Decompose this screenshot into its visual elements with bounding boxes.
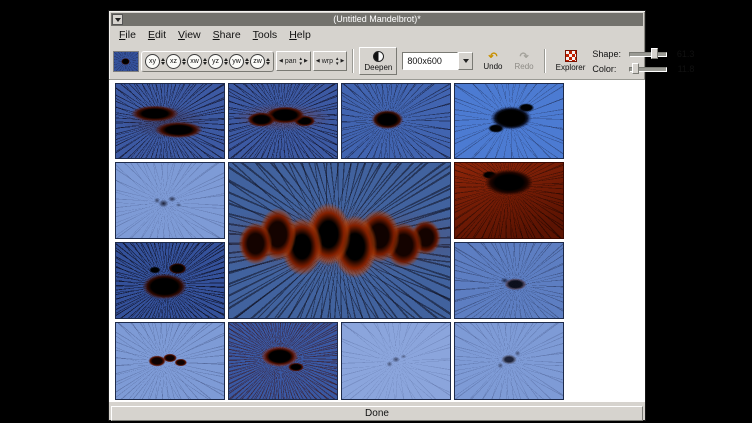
arrow-up-down-icon: ▲▼ <box>335 57 339 66</box>
redo-button[interactable]: ↷ Redo <box>510 47 539 75</box>
slider-groove <box>629 52 667 57</box>
spin-arrows-icon[interactable] <box>161 58 165 65</box>
menu-view[interactable]: View <box>172 28 207 42</box>
arrow-left-icon: ◀ <box>316 58 320 64</box>
color-value: 11.8 <box>670 64 694 74</box>
fractal-thumbnail <box>113 51 139 72</box>
dropdown-arrow-button[interactable] <box>458 52 473 70</box>
mutation-preview-7[interactable] <box>454 162 564 239</box>
rotate-xz-label: xz <box>166 54 181 69</box>
deepen-label: Deepen <box>364 63 392 72</box>
done-button[interactable]: Done <box>111 406 643 421</box>
color-label: Color: <box>592 64 626 74</box>
mutation-preview-9[interactable] <box>115 322 225 400</box>
arrow-right-icon: ▶ <box>340 58 344 64</box>
arrow-right-icon: ▶ <box>304 58 308 64</box>
arrow-up-down-icon: ▲▼ <box>299 57 303 66</box>
mutation-preview-1[interactable] <box>115 83 225 159</box>
rotate-yz-label: yz <box>208 54 223 69</box>
window-menu-button[interactable] <box>112 14 123 25</box>
parameter-sliders: Shape: 61.3 Color: 11.8 <box>592 48 696 75</box>
rotate-yw-label: yw <box>229 54 244 69</box>
rotate-xy-label: xy <box>145 54 160 69</box>
shape-value: 61.3 <box>670 49 694 59</box>
menu-tools[interactable]: Tools <box>247 28 284 42</box>
rotate-zw-knob[interactable]: zw <box>250 54 270 69</box>
explorer-button[interactable]: Explorer <box>551 47 591 75</box>
mutation-preview-8[interactable] <box>454 242 564 319</box>
rotation-knob-group: xy xz xw yz yw <box>141 51 274 72</box>
shape-slider-row: Shape: 61.3 <box>592 48 694 60</box>
chevron-down-icon <box>463 59 469 63</box>
titlebar: (Untitled Mandelbrot)* <box>111 13 643 26</box>
menu-edit[interactable]: Edit <box>142 28 172 42</box>
deepen-half-circle-icon <box>373 51 384 62</box>
slider-thumb[interactable] <box>632 63 639 74</box>
undo-arrow-icon: ↶ <box>488 52 497 62</box>
arrow-left-icon: ◀ <box>279 58 283 64</box>
undo-label: Undo <box>483 62 502 71</box>
rotate-xw-knob[interactable]: xw <box>187 54 207 69</box>
mutation-preview-12[interactable] <box>454 322 564 400</box>
window-title: (Untitled Mandelbrot)* <box>111 13 643 26</box>
undo-button[interactable]: ↶ Undo <box>478 47 507 75</box>
spin-arrows-icon[interactable] <box>266 58 270 65</box>
menu-share[interactable]: Share <box>207 28 247 42</box>
mutation-preview-5[interactable] <box>115 162 225 239</box>
shape-slider[interactable] <box>629 48 667 60</box>
spin-arrows-icon[interactable] <box>245 58 249 65</box>
rotate-xz-knob[interactable]: xz <box>166 54 186 69</box>
redo-label: Redo <box>515 62 534 71</box>
rotate-yz-knob[interactable]: yz <box>208 54 228 69</box>
toolbar: xy xz xw yz yw <box>109 43 645 80</box>
pan-label: pan <box>285 58 297 65</box>
explorer-label: Explorer <box>556 63 586 72</box>
caret-down-icon <box>115 18 121 22</box>
pan-button[interactable]: ◀ pan ▲▼ ▶ <box>276 51 311 71</box>
current-fractal-preview[interactable] <box>228 162 451 319</box>
spin-arrows-icon[interactable] <box>224 58 228 65</box>
menu-file[interactable]: File <box>113 28 142 42</box>
toolbar-separator <box>544 49 546 73</box>
mutation-preview-2[interactable] <box>228 83 338 159</box>
spin-arrows-icon[interactable] <box>203 58 207 65</box>
menu-help[interactable]: Help <box>283 28 317 42</box>
color-slider-row: Color: 11.8 <box>592 63 694 75</box>
rotate-xy-knob[interactable]: xy <box>145 54 165 69</box>
warp-label: wrp <box>322 58 333 65</box>
screenshot-canvas: (Untitled Mandelbrot)* File Edit View Sh… <box>0 0 752 423</box>
mutation-preview-11[interactable] <box>341 322 451 400</box>
mutation-preview-10[interactable] <box>228 322 338 400</box>
warp-button[interactable]: ◀ wrp ▲▼ ▶ <box>313 51 347 71</box>
explorer-grid-icon <box>565 50 577 62</box>
mutation-preview-4[interactable] <box>454 83 564 159</box>
explorer-content <box>109 80 645 402</box>
rotate-xw-label: xw <box>187 54 202 69</box>
slider-thumb[interactable] <box>651 48 658 59</box>
mutation-preview-3[interactable] <box>341 83 451 159</box>
toolbar-separator <box>352 49 354 73</box>
rotate-yw-knob[interactable]: yw <box>229 54 249 69</box>
shape-label: Shape: <box>592 49 626 59</box>
resolution-select[interactable]: 800x600 <box>402 52 473 70</box>
resolution-value: 800x600 <box>402 52 458 70</box>
deepen-button[interactable]: Deepen <box>359 47 397 75</box>
color-slider[interactable] <box>629 63 667 75</box>
mutation-preview-6[interactable] <box>115 242 225 319</box>
menubar: File Edit View Share Tools Help <box>109 26 645 43</box>
footer-bar: Done <box>109 402 645 420</box>
rotate-zw-label: zw <box>250 54 265 69</box>
redo-arrow-icon: ↷ <box>519 52 528 62</box>
app-window: (Untitled Mandelbrot)* File Edit View Sh… <box>108 10 646 421</box>
mutation-grid <box>115 83 639 400</box>
spin-arrows-icon[interactable] <box>182 58 186 65</box>
